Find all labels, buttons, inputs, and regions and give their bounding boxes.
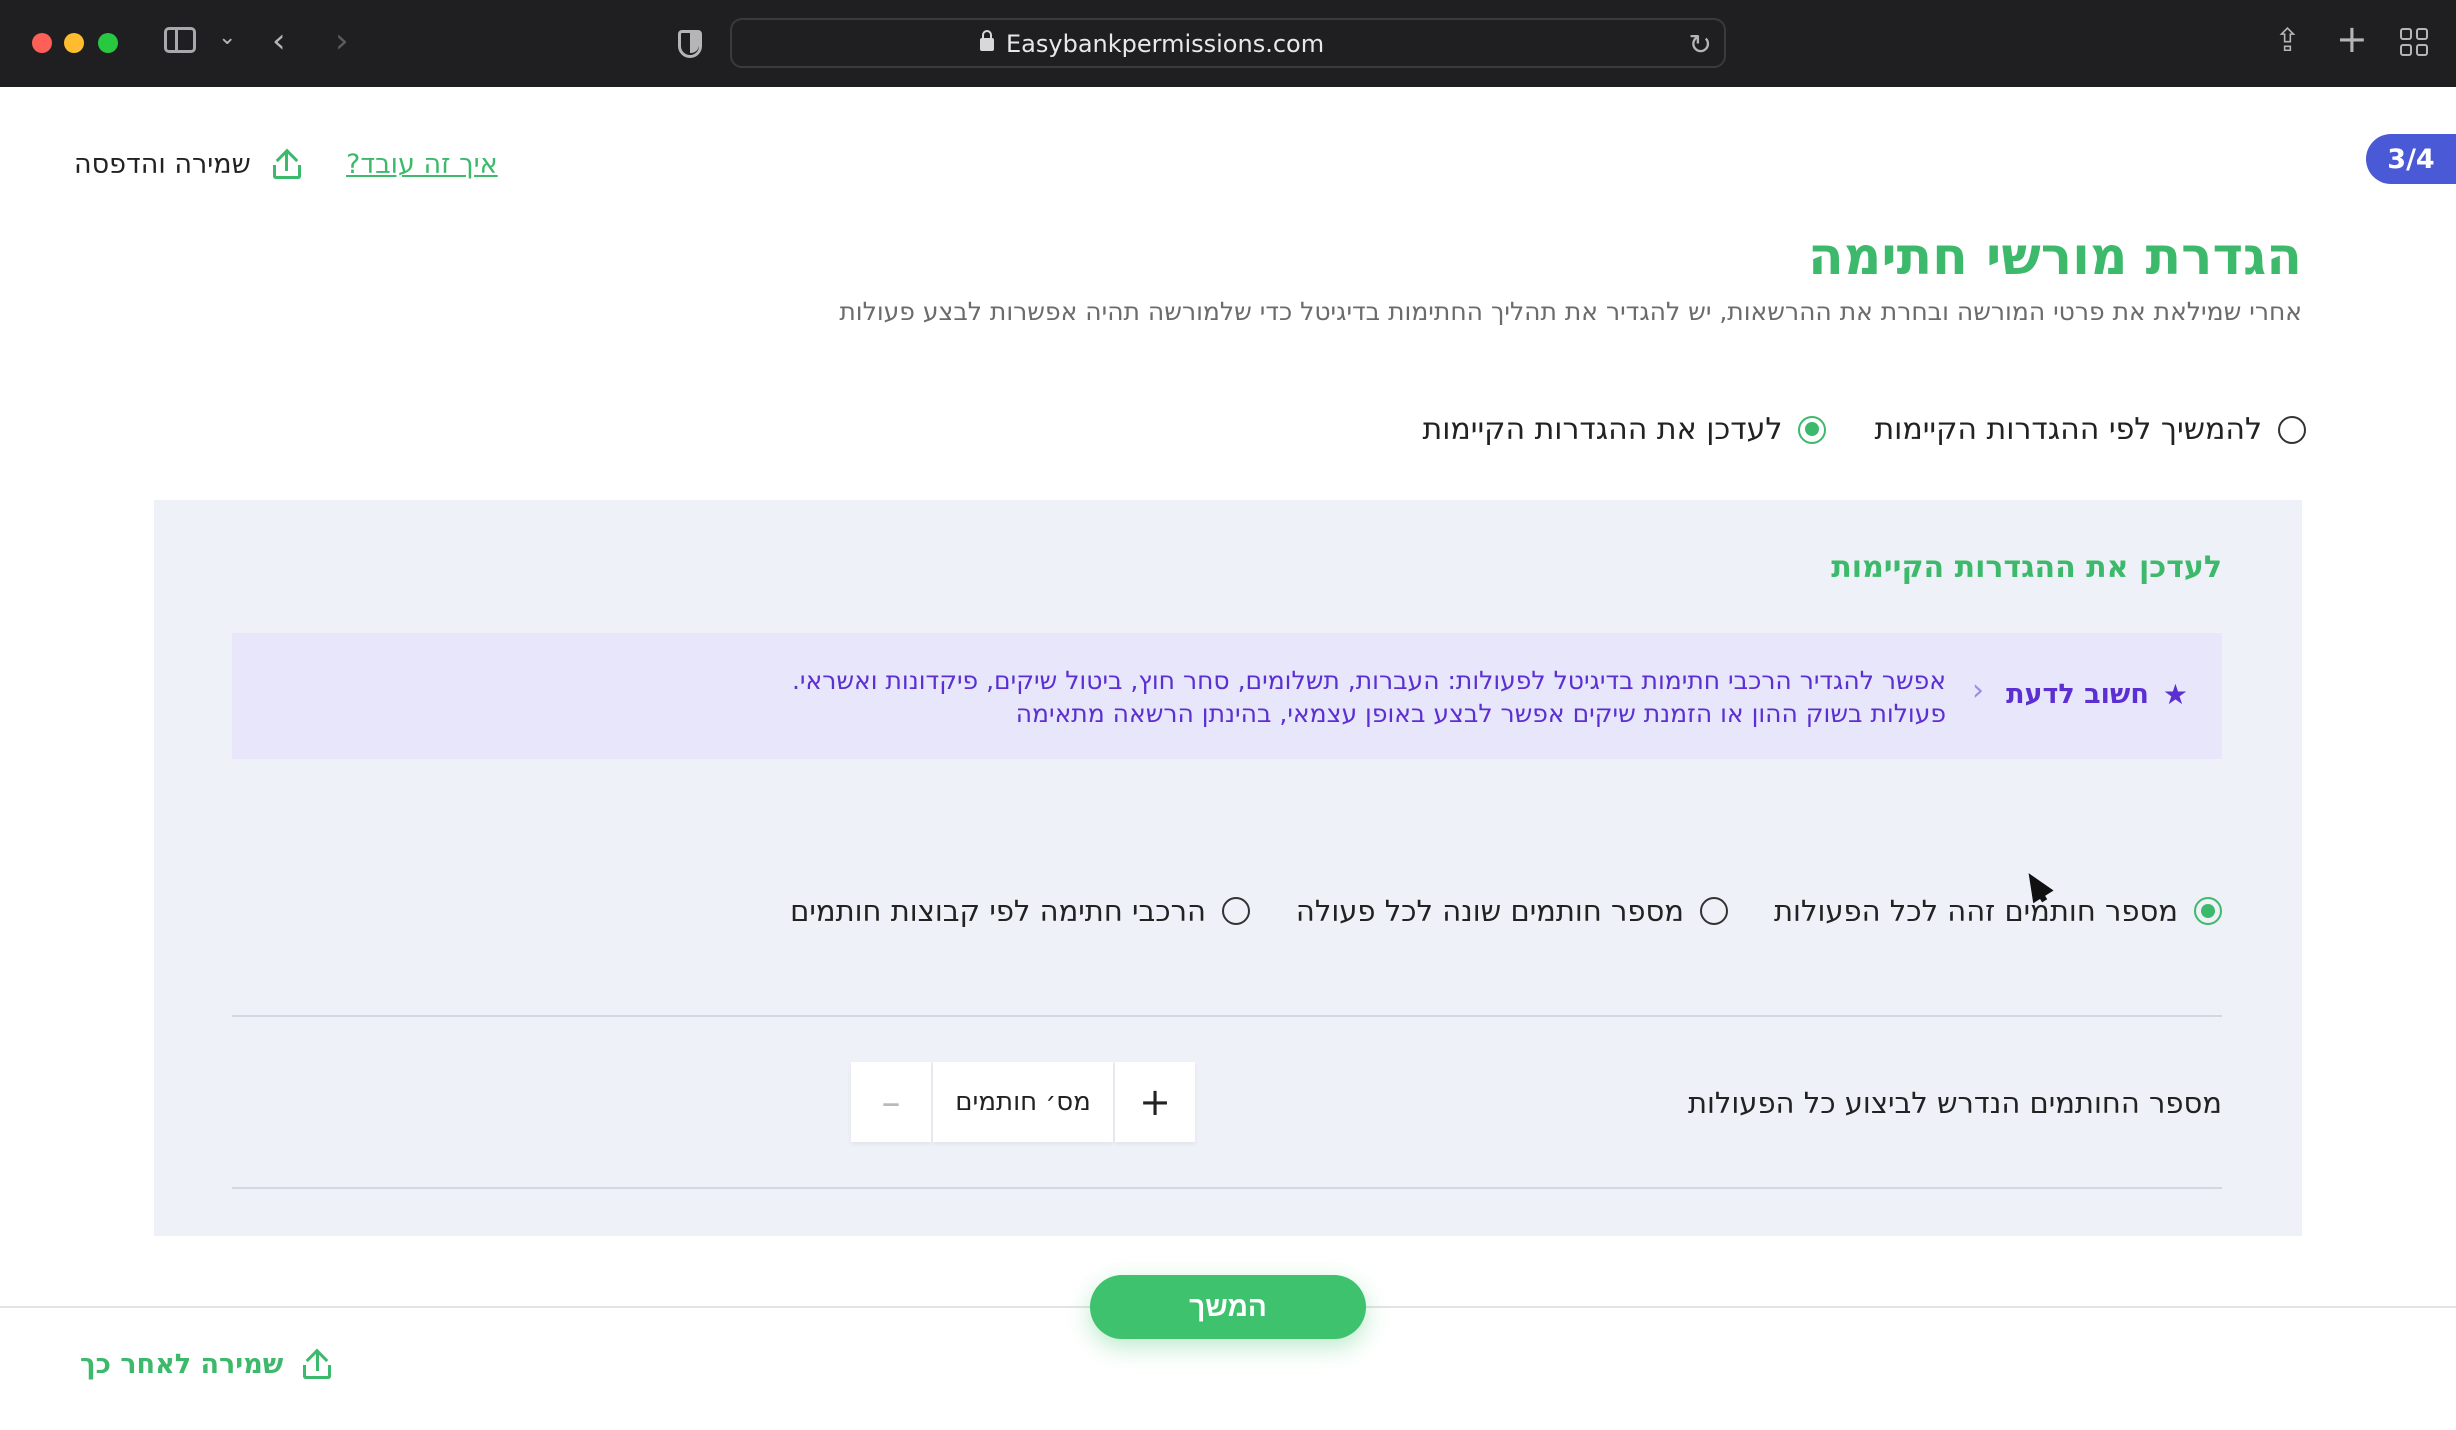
address-bar[interactable]: Easybankpermissions.com ↻	[730, 18, 1726, 68]
signers-count-label: מספר החותמים הנדרש לביצוע כל הפעולות	[1687, 1086, 2222, 1120]
tab-overview-icon[interactable]	[2400, 28, 2428, 56]
mode-signer-groups-label: הרכבי חתימה לפי קבוצות חותמים	[790, 894, 1206, 928]
chevron-down-icon[interactable]: ⌄	[218, 27, 236, 49]
panel-title: לעדכן את ההגדרות הקיימות	[1831, 550, 2222, 585]
mode-different-signers[interactable]: מספר חותמים שונה לכל פעולה	[1296, 894, 1728, 928]
sidebar-icon[interactable]	[164, 27, 196, 53]
continue-button[interactable]: המשך	[1090, 1275, 1366, 1339]
upload-icon	[272, 148, 301, 179]
signers-count-input[interactable]: מס׳ חותמים	[933, 1062, 1113, 1142]
save-print-label: שמירה והדפסה	[74, 149, 251, 180]
decrement-button[interactable]: –	[851, 1062, 931, 1142]
option-keep-settings[interactable]: להמשיך לפי ההגדרות הקיימות	[1874, 412, 2306, 447]
browser-toolbar: ⌄ ‹ › Easybankpermissions.com ↻ ⇪ +	[0, 0, 2456, 87]
radio-same-signers[interactable]	[2194, 897, 2222, 925]
url-text: Easybankpermissions.com	[1006, 30, 1325, 58]
how-it-works-link[interactable]: איך זה עובד?	[346, 149, 498, 180]
share-icon[interactable]: ⇪	[2274, 24, 2301, 56]
signers-stepper: – מס׳ חותמים +	[851, 1062, 1195, 1142]
save-print-button[interactable]: שמירה והדפסה	[74, 148, 301, 180]
mode-signer-groups[interactable]: הרכבי חתימה לפי קבוצות חותמים	[790, 894, 1250, 928]
forward-icon[interactable]: ›	[335, 24, 349, 58]
save-later-button[interactable]: שמירה לאחר כך	[80, 1348, 332, 1380]
divider	[232, 1015, 2222, 1017]
notice-text: אפשר להגדיר הרכבי חתימות בדיגיטל לפעולות…	[792, 664, 1946, 730]
mode-different-signers-label: מספר חותמים שונה לכל פעולה	[1295, 894, 1684, 928]
divider	[232, 1187, 2222, 1189]
radio-signer-groups[interactable]	[1221, 897, 1250, 925]
notice-line-2: פעולות בשוק ההון או הזמנת שיקים אפשר לבצ…	[1015, 699, 1946, 728]
save-later-label: שמירה לאחר כך	[80, 1349, 284, 1380]
star-icon: ★	[2162, 678, 2188, 711]
new-tab-icon[interactable]: +	[2336, 20, 2368, 58]
page-title: הגדרת מורשי חתימה	[1808, 227, 2302, 287]
page-subtitle: אחרי שמילאת את פרטי המורשה ובחרת את ההרש…	[839, 297, 2302, 326]
important-notice: ★ חשוב לדעת ‹ אפשר להגדיר הרכבי חתימות ב…	[232, 633, 2222, 759]
option-update-settings-label: לעדכן את ההגדרות הקיימות	[1422, 412, 1783, 447]
chevron-left-icon[interactable]: ‹	[1972, 673, 1984, 708]
page: 3/4 שמירה והדפסה איך זה עובד? הגדרת מורש…	[0, 87, 2456, 1430]
update-settings-panel: לעדכן את ההגדרות הקיימות ★ חשוב לדעת ‹ א…	[154, 500, 2302, 1236]
option-keep-settings-label: להמשיך לפי ההגדרות הקיימות	[1874, 412, 2262, 447]
option-update-settings[interactable]: לעדכן את ההגדרות הקיימות	[1422, 412, 1827, 447]
step-indicator: 3/4	[2366, 134, 2456, 184]
minimize-window-button[interactable]	[64, 33, 84, 53]
mode-same-signers-label: מספר חותמים זהה לכל הפעולות	[1774, 894, 2178, 928]
notice-label[interactable]: ★ חשוב לדעת	[2006, 678, 2188, 711]
upload-icon	[303, 1348, 332, 1379]
signing-mode-group: מספר חותמים זהה לכל הפעולות מספר חותמים …	[790, 894, 2222, 928]
increment-button[interactable]: +	[1115, 1062, 1195, 1142]
notice-line-1: אפשר להגדיר הרכבי חתימות בדיגיטל לפעולות…	[791, 666, 1946, 695]
maximize-window-button[interactable]	[98, 33, 118, 53]
lock-icon	[980, 30, 994, 51]
reload-icon[interactable]: ↻	[1689, 28, 1712, 61]
notice-label-text: חשוב לדעת	[2006, 679, 2149, 710]
settings-choice-group: להמשיך לפי ההגדרות הקיימות לעדכן את ההגד…	[1422, 412, 2306, 447]
radio-different-signers[interactable]	[1700, 897, 1728, 925]
close-window-button[interactable]	[32, 33, 52, 53]
privacy-shield-icon[interactable]	[678, 30, 702, 58]
radio-update-settings[interactable]	[1798, 415, 1827, 444]
radio-keep-settings[interactable]	[2278, 415, 2306, 444]
back-icon[interactable]: ‹	[272, 24, 286, 58]
mode-same-signers[interactable]: מספר חותמים זהה לכל הפעולות	[1774, 894, 2222, 928]
